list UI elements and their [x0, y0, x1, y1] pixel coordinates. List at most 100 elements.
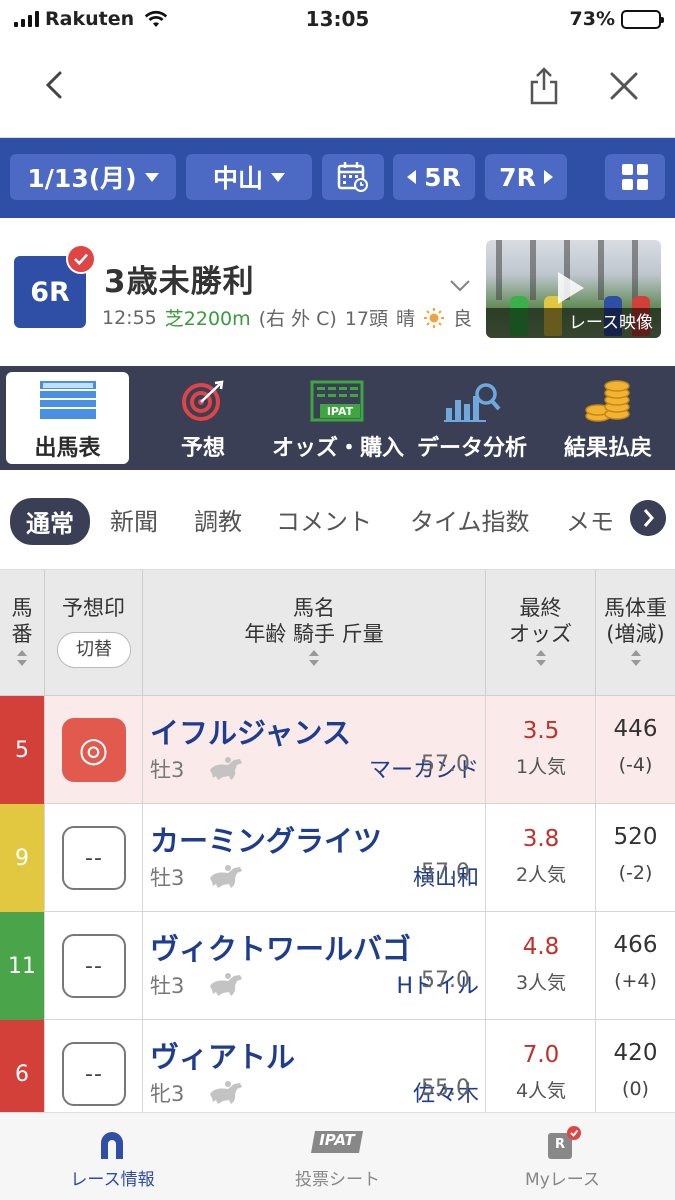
- header-odds[interactable]: 最終 オッズ: [486, 570, 596, 696]
- play-icon: [558, 272, 584, 304]
- carried-weight: 55.0: [421, 1076, 470, 1101]
- sex-age: 牝3: [150, 1082, 185, 1106]
- prediction-mark-button[interactable]: --: [62, 934, 126, 998]
- back-icon[interactable]: [38, 68, 72, 102]
- prev-race-button[interactable]: 5R: [393, 154, 475, 200]
- subtab-time-index[interactable]: タイム指数: [410, 502, 530, 537]
- header-number[interactable]: 馬 番: [0, 570, 45, 696]
- carried-weight: 57.0: [421, 968, 470, 993]
- horse-icon: [210, 757, 242, 780]
- chevron-down-icon[interactable]: [448, 278, 472, 294]
- horse-icon: [210, 865, 242, 888]
- race-meta: 12:55 芝2200m (右 外 C) 17頭 晴 良: [102, 304, 472, 331]
- prediction-mark-button[interactable]: ◎: [62, 718, 126, 782]
- grid-menu-button[interactable]: [605, 154, 665, 200]
- svg-text:IPAT: IPAT: [327, 405, 354, 418]
- subtab-newspaper[interactable]: 新聞: [110, 502, 158, 537]
- tab-data-analysis[interactable]: データ分析: [410, 372, 534, 464]
- horse-icon: [210, 1081, 242, 1104]
- bottom-tab-betting-sheet[interactable]: IPAT 投票シート: [225, 1113, 450, 1200]
- odds-cell: [486, 696, 596, 804]
- body-weight-diff: (0): [622, 1078, 649, 1100]
- tab-results[interactable]: 結果払戻: [546, 372, 670, 464]
- horse-name[interactable]: カーミングライツ: [150, 818, 382, 860]
- date-label: 1/13(月): [27, 164, 137, 193]
- my-race-badge: R: [554, 1137, 565, 1152]
- popularity: 1人気: [515, 756, 567, 778]
- table-row[interactable]: 11 -- ヴィクトワールバゴ 牡3 Hドイル 57.0 4.8 3人気 466…: [0, 912, 675, 1020]
- body-weight: 446: [613, 716, 658, 742]
- share-icon[interactable]: [526, 66, 562, 106]
- tab-label: 予想: [180, 436, 225, 461]
- chevron-down-icon: [271, 172, 285, 182]
- subtab-memo[interactable]: メモ: [566, 502, 614, 537]
- bottom-tab-race-info[interactable]: レース情報: [0, 1113, 225, 1200]
- tab-label: オッズ・購入: [272, 436, 405, 461]
- next-race-label: 7R: [499, 162, 536, 192]
- body-weight: 420: [613, 1040, 658, 1066]
- table-row[interactable]: 9 -- カーミングライツ 牡3 横山和 57.0 3.8 2人気 520 (-…: [0, 804, 675, 912]
- race-video-thumbnail[interactable]: レース映像: [486, 240, 661, 338]
- race-weather: 晴: [396, 308, 416, 330]
- race-toolbar: 1/13(月) 中山 5R 7R: [0, 138, 675, 218]
- popularity: 4人気: [515, 1080, 567, 1102]
- body-weight-diff: (-2): [618, 862, 653, 884]
- tab-prediction[interactable]: 予想: [140, 372, 266, 464]
- chevron-right-icon[interactable]: [630, 500, 666, 536]
- race-runners: 17頭: [344, 308, 388, 330]
- horse-name[interactable]: イフルジャンス: [150, 710, 351, 752]
- odds-cell: [486, 804, 596, 912]
- bottom-tab-label: レース情報: [70, 1170, 155, 1190]
- sort-icon: [309, 650, 319, 666]
- carried-weight: 57.0: [421, 860, 470, 885]
- mark-toggle-button[interactable]: 切替: [57, 632, 131, 668]
- odds-value: 7.0: [522, 1042, 560, 1068]
- body-weight: 520: [613, 824, 658, 850]
- tab-odds-purchase[interactable]: IPAT オッズ・購入: [272, 372, 405, 464]
- tab-label: データ分析: [416, 436, 527, 461]
- prev-race-label: 5R: [424, 162, 461, 192]
- odds-value: 4.8: [522, 934, 560, 960]
- subtab-normal[interactable]: 通常: [10, 498, 90, 545]
- ipat-badge: IPAT: [319, 1131, 355, 1149]
- chevron-left-icon: [407, 170, 417, 184]
- body-weight-diff: (+4): [614, 970, 657, 992]
- horse-name[interactable]: ヴィアトル: [150, 1034, 295, 1076]
- header-body-weight[interactable]: 馬体重 (増減): [596, 570, 675, 696]
- calendar-button[interactable]: [322, 154, 384, 200]
- table-row[interactable]: 5 ◎ イフルジャンス 牡3 マーカンド 57.0 3.5 1人気 446 (-…: [0, 696, 675, 804]
- horse-name[interactable]: ヴィクトワールバゴ: [150, 926, 411, 968]
- prediction-mark-button[interactable]: --: [62, 826, 126, 890]
- close-icon[interactable]: [606, 68, 642, 104]
- sex-age: 牡3: [150, 758, 185, 782]
- header-mark: 予想印 切替: [45, 570, 143, 696]
- sort-icon: [630, 650, 641, 666]
- subtab-comment[interactable]: コメント: [276, 502, 372, 537]
- venue-selector[interactable]: 中山: [186, 154, 312, 200]
- analysis-icon: [444, 383, 501, 422]
- chevron-right-icon: [543, 170, 553, 184]
- sub-tab-bar: 通常 新聞 調教 コメント タイム指数 メモ: [0, 470, 675, 570]
- sun-icon: [424, 307, 445, 328]
- date-selector[interactable]: 1/13(月): [10, 154, 176, 200]
- prediction-mark-button[interactable]: --: [62, 1042, 126, 1106]
- table-header: 馬 番 予想印 切替 馬名 年齢 騎手 斤量 最終 オッズ 馬体重 (増減): [0, 570, 675, 696]
- tab-label: 結果払戻: [563, 436, 652, 461]
- popularity: 2人気: [515, 864, 567, 886]
- next-race-button[interactable]: 7R: [485, 154, 567, 200]
- bottom-tab-label: Myレース: [525, 1170, 600, 1190]
- sort-icon: [535, 650, 546, 666]
- sex-age: 牡3: [150, 866, 185, 890]
- odds-value: 3.5: [522, 718, 560, 744]
- target-icon: [182, 380, 224, 421]
- race-direction: (右 外 C): [258, 308, 337, 330]
- subtab-training[interactable]: 調教: [194, 502, 242, 537]
- race-time: 12:55: [102, 306, 157, 329]
- sort-icon: [17, 650, 27, 666]
- bottom-tab-my-race[interactable]: R Myレース: [450, 1113, 675, 1200]
- race-name: 3歳未勝利: [104, 264, 255, 300]
- race-header: 6R 3歳未勝利 12:55 芝2200m (右 外 C) 17頭 晴 良 レー…: [0, 218, 675, 366]
- tab-race-card[interactable]: 出馬表: [6, 372, 129, 464]
- horseshoe-icon: [101, 1132, 123, 1159]
- header-horse[interactable]: 馬名 年齢 騎手 斤量: [143, 570, 486, 696]
